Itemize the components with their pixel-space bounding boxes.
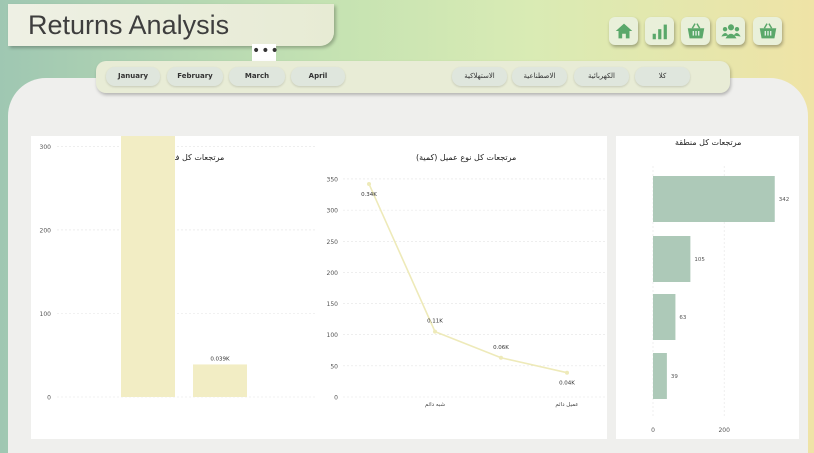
month-slicer-april[interactable]: April xyxy=(291,67,345,86)
x-tick-label: 0 xyxy=(651,427,655,434)
x-tick-label: 200 xyxy=(718,427,730,434)
charts-panel: مرتجعات كل فئة (كمية) مرتجعات كل نوع عمي… xyxy=(31,136,607,439)
point-value-label: 0.11K xyxy=(427,319,443,325)
y-tick-label: 300 xyxy=(40,144,52,151)
series-line xyxy=(368,183,568,374)
basket-button-2[interactable] xyxy=(753,17,782,45)
basket-button[interactable] xyxy=(681,17,710,45)
y-tick-label: 0 xyxy=(47,395,51,402)
point-value-label: 0.04K xyxy=(559,381,575,387)
y-tick-label: 50 xyxy=(330,363,338,370)
month-slicer-february[interactable]: February xyxy=(167,67,223,86)
type-slicer-synthetic[interactable]: الاصطناعية xyxy=(512,67,567,86)
basket-icon xyxy=(759,23,776,39)
y-tick-label: 100 xyxy=(40,311,52,318)
region-bar xyxy=(653,353,667,399)
y-tick-label: 150 xyxy=(327,301,339,308)
y-tick-label: 0 xyxy=(334,395,338,402)
type-slicer-all[interactable]: كلا xyxy=(635,67,690,86)
type-slicer-electrical[interactable]: الكهربائية xyxy=(574,67,629,86)
bar-chart-button[interactable] xyxy=(645,17,674,45)
page-title: Returns Analysis xyxy=(28,10,230,40)
category-bar-chart: 01002003004005000.510K0.039K xyxy=(40,136,316,402)
filter-bar: January February March April الاستهلاكية… xyxy=(96,61,730,93)
line-point xyxy=(433,329,437,334)
home-icon xyxy=(615,23,632,39)
month-slicer-january[interactable]: January xyxy=(106,67,160,86)
users-button[interactable] xyxy=(716,17,745,45)
category-bar xyxy=(193,364,247,397)
y-tick-label: 200 xyxy=(327,270,339,277)
x-tick-label: عميل دائم xyxy=(555,402,578,408)
bar-chart-icon xyxy=(652,24,667,40)
bar-value-label: 105 xyxy=(694,257,705,263)
y-tick-label: 200 xyxy=(40,227,52,234)
line-point xyxy=(367,181,371,186)
basket-icon xyxy=(687,23,704,39)
y-tick-label: 100 xyxy=(327,332,339,339)
point-value-label: 0.34K xyxy=(361,192,377,198)
y-tick-label: 300 xyxy=(327,208,339,215)
region-hbar-chart: 0 200 342 105 63 39 xyxy=(651,166,790,434)
customer-line-chart: 0 50 100 150 200 250 300 350 0.34K 0.11K شبه دائم 0… xyxy=(327,176,605,408)
bar-value-label: 63 xyxy=(679,315,686,321)
bar-value-label: 0.039K xyxy=(210,356,230,362)
users-icon xyxy=(720,24,741,39)
line-point xyxy=(499,355,503,360)
region-bar xyxy=(653,176,775,222)
category-bar xyxy=(121,136,175,397)
region-panel: مرتجعات كل منطقة 0 200 342 105 63 39 xyxy=(616,136,799,439)
x-tick-label: شبه دائم xyxy=(425,402,446,408)
bar-value-label: 342 xyxy=(779,197,790,203)
line-point xyxy=(565,370,569,375)
bar-value-label: 39 xyxy=(671,374,678,380)
month-slicer-march[interactable]: March xyxy=(229,67,285,86)
point-value-label: 0.06K xyxy=(493,345,509,351)
region-bar xyxy=(653,294,676,340)
y-tick-label: 350 xyxy=(327,176,339,183)
home-button[interactable] xyxy=(609,17,638,45)
y-tick-label: 250 xyxy=(327,239,339,246)
title-box: Returns Analysis xyxy=(8,4,334,46)
region-bar xyxy=(653,236,691,282)
type-slicer-consumer[interactable]: الاستهلاكية xyxy=(452,67,507,86)
